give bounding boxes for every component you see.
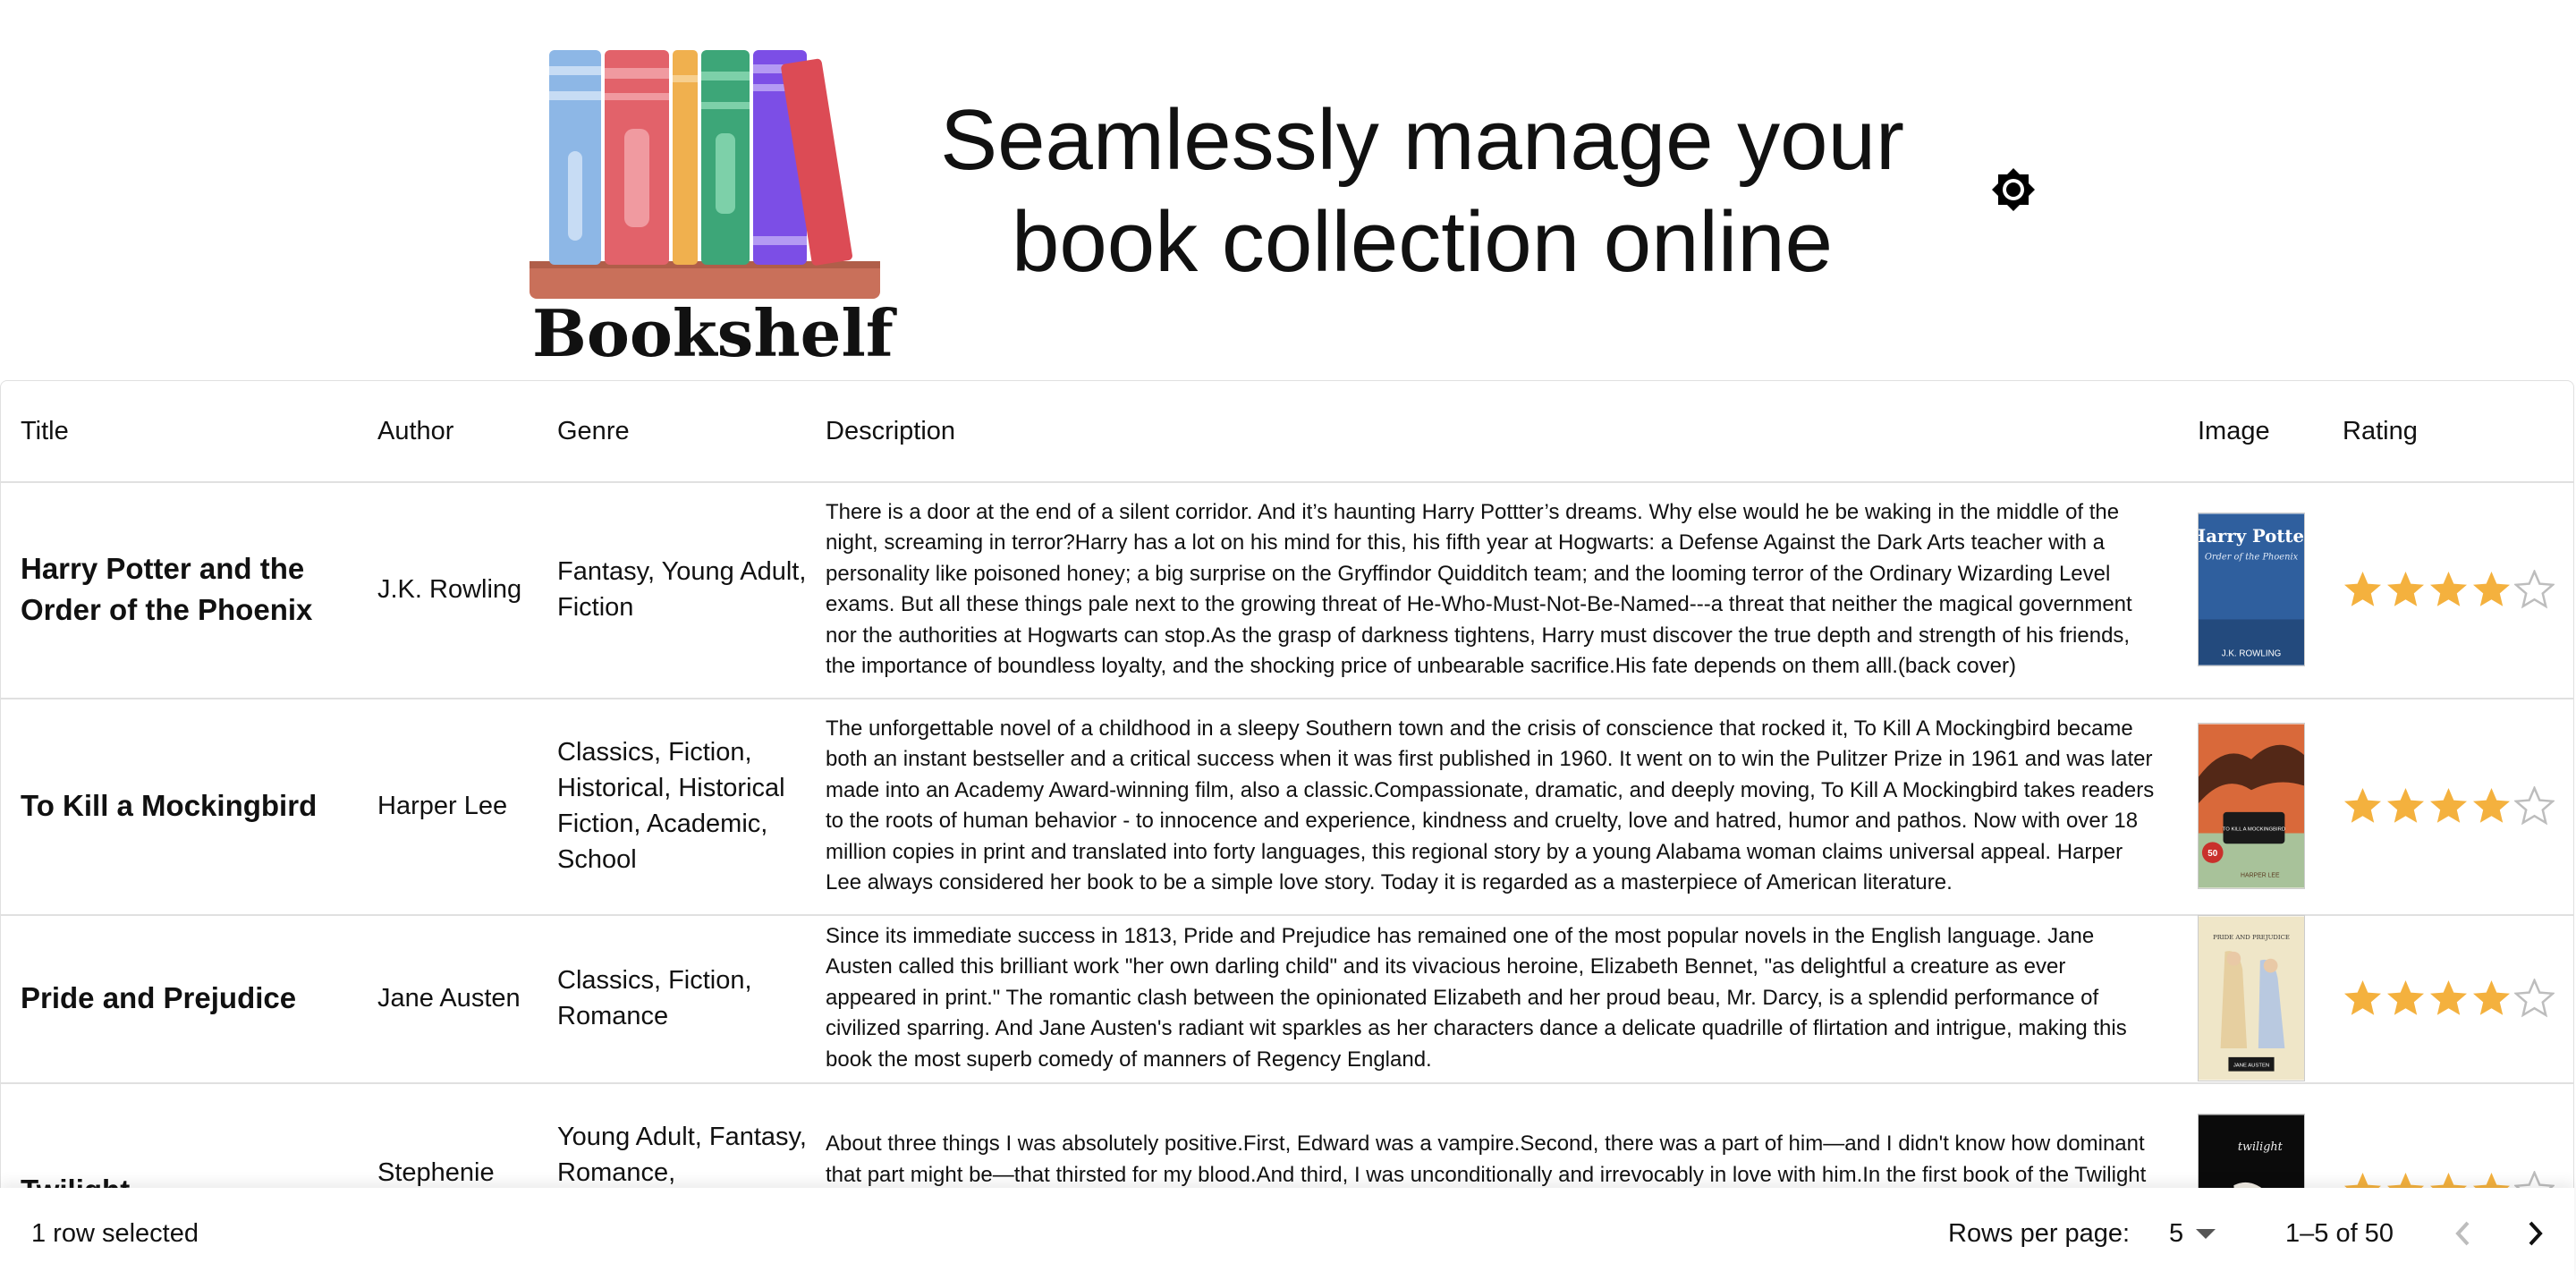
page-tagline: Seamlessly manage your book collection o…	[912, 89, 1932, 293]
cover-title: TO KILL A MOCKINGBIRD	[2223, 827, 2285, 833]
rows-per-page-value: 5	[2169, 1219, 2184, 1248]
cover-title: PRIDE AND PREJUDICE	[2213, 934, 2290, 941]
cover-author: J.K. ROWLING	[2222, 649, 2282, 659]
rating-cell	[2343, 698, 2557, 914]
rows-per-page-label: Rows per page:	[1948, 1219, 2131, 1248]
column-header-genre[interactable]: Genre	[557, 381, 630, 481]
selection-count: 1 row selected	[31, 1219, 199, 1248]
book-cover-image: PRIDE AND PREJUDICE JANE AUSTEN	[2198, 915, 2305, 1081]
cover-badge: 50	[2207, 849, 2217, 859]
star-filled-icon[interactable]	[2343, 570, 2383, 610]
book-genre: Classics, Fiction, Romance	[557, 966, 752, 1030]
chevron-left-icon	[2455, 1221, 2470, 1246]
star-filled-icon[interactable]	[2343, 979, 2383, 1019]
cover-title: twilight	[2238, 1140, 2284, 1154]
books-table: Title Author Genre Description Image Rat…	[0, 380, 2574, 1280]
brightness-icon	[1992, 168, 2035, 211]
book-title: Harry Potter and the Order of the Phoeni…	[21, 552, 313, 626]
star-filled-icon[interactable]	[2428, 570, 2469, 610]
star-rating[interactable]	[2343, 785, 2555, 826]
star-filled-icon[interactable]	[2471, 979, 2512, 1019]
table-row[interactable]: Harry Potter and the Order of the Phoeni…	[1, 481, 2573, 699]
book-title: Pride and Prejudice	[21, 981, 297, 1014]
column-header-author[interactable]: Author	[377, 381, 453, 481]
table-row[interactable]: To Kill a Mockingbird Harper Lee Classic…	[1, 698, 2573, 916]
star-empty-icon[interactable]	[2514, 569, 2555, 610]
star-filled-icon[interactable]	[2343, 786, 2383, 826]
tagline-line-1: Seamlessly manage your	[940, 92, 1904, 188]
chevron-right-icon	[2529, 1221, 2543, 1246]
column-header-image[interactable]: Image	[2198, 381, 2270, 481]
table-row[interactable]: Pride and Prejudice Jane Austen Classics…	[1, 914, 2573, 1084]
star-empty-icon[interactable]	[2514, 978, 2555, 1019]
rating-cell	[2343, 481, 2557, 698]
book-description: There is a door at the end of a silent c…	[826, 499, 2132, 679]
book-title: To Kill a Mockingbird	[21, 789, 318, 822]
app-header: Bookshelf Seamlessly manage your book co…	[0, 0, 2576, 380]
column-header-description[interactable]: Description	[826, 381, 955, 481]
book-cover-cell: Harry Potter Order of the Phoenix J.K. R…	[2198, 481, 2309, 698]
book-cover-cell: TO KILL A MOCKINGBIRD 50 HARPER LEE	[2198, 698, 2309, 914]
star-rating[interactable]	[2343, 978, 2555, 1019]
table-header: Title Author Genre Description Image Rat…	[1, 381, 2573, 483]
star-filled-icon[interactable]	[2428, 786, 2469, 826]
cover-subtitle: Order of the Phoenix	[2205, 553, 2299, 563]
cover-title: Harry Potter	[2198, 526, 2305, 547]
book-author: Jane Austen	[377, 984, 521, 1013]
star-filled-icon[interactable]	[2471, 570, 2512, 610]
logo-wordmark: Bookshelf	[532, 295, 894, 371]
cover-author: JANE AUSTEN	[2233, 1064, 2269, 1069]
caret-down-icon	[2196, 1228, 2216, 1239]
pagination-range: 1–5 of 50	[2285, 1219, 2394, 1248]
book-genre: Fantasy, Young Adult, Fiction	[557, 557, 807, 622]
next-page-button[interactable]	[2512, 1210, 2558, 1257]
star-filled-icon[interactable]	[2471, 786, 2512, 826]
star-filled-icon[interactable]	[2428, 979, 2469, 1019]
star-rating[interactable]	[2343, 569, 2555, 610]
star-empty-icon[interactable]	[2514, 785, 2555, 826]
star-filled-icon[interactable]	[2385, 570, 2426, 610]
rows-per-page-select[interactable]: 5	[2169, 1188, 2216, 1280]
column-header-title[interactable]: Title	[21, 381, 69, 481]
book-description: Since its immediate success in 1813, Pri…	[826, 923, 2127, 1072]
star-filled-icon[interactable]	[2385, 786, 2426, 826]
book-cover-image: TO KILL A MOCKINGBIRD 50 HARPER LEE	[2198, 723, 2305, 889]
column-header-rating[interactable]: Rating	[2343, 381, 2418, 481]
book-cover-cell: PRIDE AND PREJUDICE JANE AUSTEN	[2198, 914, 2309, 1082]
cover-author: HARPER LEE	[2241, 873, 2280, 879]
table-footer: 1 row selected Rows per page: 5 1–5 of 5…	[0, 1188, 2574, 1280]
theme-toggle-button[interactable]	[1990, 166, 2037, 213]
star-filled-icon[interactable]	[2385, 979, 2426, 1019]
book-cover-image: Harry Potter Order of the Phoenix J.K. R…	[2198, 513, 2305, 666]
previous-page-button[interactable]	[2440, 1210, 2487, 1257]
tagline-line-2: book collection online	[1012, 194, 1833, 290]
book-author: Harper Lee	[377, 792, 508, 820]
book-author: J.K. Rowling	[377, 575, 522, 604]
book-genre: Classics, Fiction, Historical, Historica…	[557, 738, 785, 874]
rating-cell	[2343, 914, 2557, 1082]
book-description: The unforgettable novel of a childhood i…	[826, 716, 2155, 895]
